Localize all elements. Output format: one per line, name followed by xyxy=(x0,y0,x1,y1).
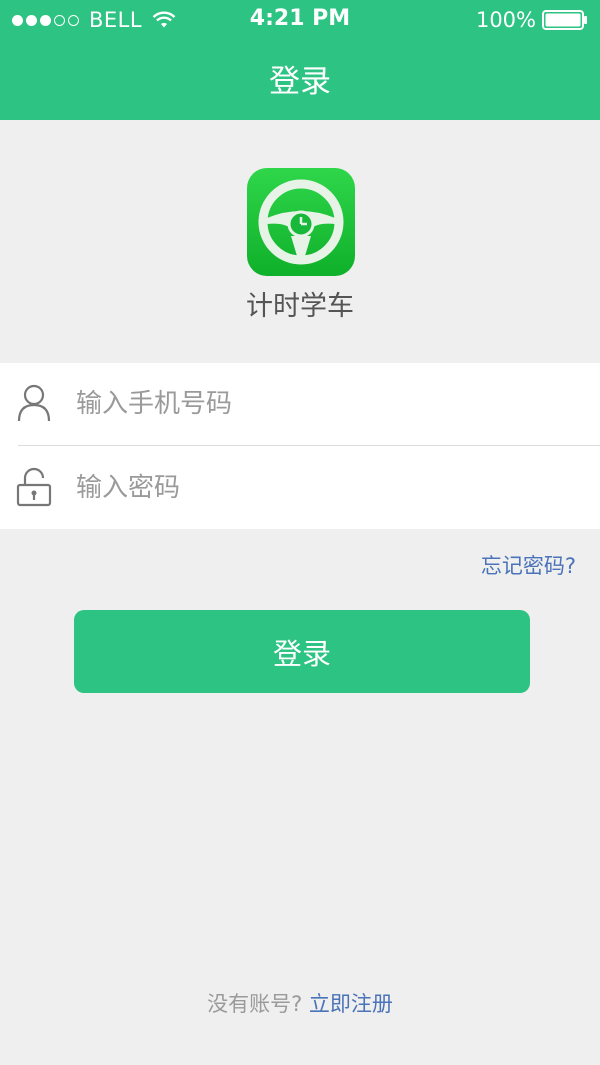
form-divider xyxy=(18,445,600,446)
battery-icon xyxy=(542,10,587,30)
page-title: 登录 xyxy=(269,64,331,100)
no-account-text: 没有账号? xyxy=(207,992,303,1016)
login-form xyxy=(0,363,600,529)
status-left: BELL xyxy=(12,8,176,32)
register-link[interactable]: 立即注册 xyxy=(309,992,393,1016)
battery-percent: 100% xyxy=(475,8,536,32)
user-icon xyxy=(17,384,51,422)
carrier-name: BELL xyxy=(89,8,143,32)
steering-wheel-logo xyxy=(247,168,355,276)
app-name: 计时学车 xyxy=(246,291,354,322)
phone-input[interactable] xyxy=(76,379,590,429)
password-row xyxy=(0,447,600,529)
lock-icon xyxy=(16,467,52,507)
password-input[interactable] xyxy=(76,463,590,513)
login-button[interactable]: 登录 xyxy=(74,610,530,693)
register-prompt: 没有账号? 立即注册 xyxy=(0,988,600,1018)
signal-icon xyxy=(12,14,79,26)
app-logo xyxy=(247,168,355,276)
phone-row xyxy=(0,363,600,445)
header-bar: BELL 4:21 PM 100% 登录 xyxy=(0,0,600,120)
status-right: 100% xyxy=(476,8,588,32)
wifi-icon xyxy=(152,11,176,28)
status-bar: BELL 4:21 PM 100% xyxy=(0,0,600,40)
forgot-password-link[interactable]: 忘记密码? xyxy=(481,550,576,580)
